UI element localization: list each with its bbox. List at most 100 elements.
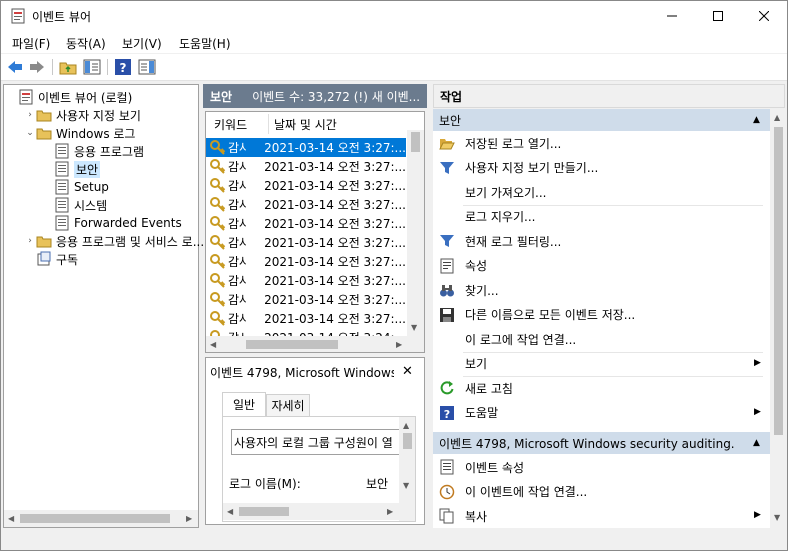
detail-horizontal-scrollbar[interactable]: ◀ ▶	[223, 503, 399, 520]
action-label: 새로 고침	[465, 381, 513, 396]
detail-vertical-scrollbar[interactable]: ▲ ▼	[399, 417, 415, 521]
action-spacer	[439, 331, 455, 347]
action-label: 도움말	[465, 406, 499, 420]
tab-details[interactable]: 자세히	[266, 394, 310, 416]
scroll-up-icon[interactable]: ▲	[403, 421, 409, 430]
minimize-icon	[667, 15, 677, 17]
event-row[interactable]: 감사... 2021-03-14 오전 3:27:...	[206, 176, 406, 195]
actions-vertical-scrollbar[interactable]: ▲ ▼	[770, 109, 787, 528]
scroll-right-icon[interactable]: ▶	[396, 340, 402, 349]
event-row[interactable]: 감사... 2021-03-14 오전 3:27:...	[206, 309, 406, 328]
help-icon[interactable]: ?	[114, 58, 132, 76]
scroll-left-icon[interactable]: ◀	[227, 507, 233, 516]
tree-item[interactable]: › 응용 프로그램 및 서비스 로...	[24, 232, 204, 250]
actions-section-event[interactable]: 이벤트 4798, Microsoft Windows security aud…	[433, 432, 770, 454]
action-label: 보기	[465, 357, 488, 371]
column-separator[interactable]	[268, 114, 269, 134]
event-row[interactable]: 감사... 2021-03-14 오전 3:27:...	[206, 290, 406, 309]
folder-up-icon[interactable]	[59, 58, 77, 76]
column-header-datetime[interactable]: 날짜 및 시간	[274, 112, 414, 136]
action-item[interactable]: 새로 고침	[433, 377, 770, 399]
action-item[interactable]: 이벤트 속성	[433, 456, 770, 478]
collapse-icon[interactable]: ▲	[753, 115, 760, 125]
menu-action[interactable]: 동작(A)	[66, 35, 106, 52]
scroll-down-icon[interactable]: ▼	[411, 323, 417, 332]
chevron-right-icon[interactable]: ›	[24, 110, 36, 120]
action-item[interactable]: 찾기...	[433, 279, 770, 301]
event-description[interactable]: 사용자의 로컬 그룹 구성원이 열	[231, 429, 403, 455]
chevron-down-icon[interactable]: ⌄	[24, 128, 36, 138]
scroll-thumb[interactable]	[246, 340, 338, 349]
minimize-button[interactable]	[649, 1, 695, 31]
actions-section-log[interactable]: 보안 ▲	[433, 109, 770, 131]
tab-general[interactable]: 일반	[222, 392, 266, 416]
scroll-left-icon[interactable]: ◀	[210, 340, 216, 349]
event-row[interactable]: 감사... 2021-03-14 오전 3:27:...	[206, 138, 406, 157]
action-label: 이벤트 속성	[465, 460, 525, 475]
collapse-icon[interactable]: ▲	[753, 438, 760, 448]
event-datetime: 2021-03-14 오전 3:27:...	[264, 198, 406, 212]
tree-item[interactable]: Setup	[42, 178, 109, 196]
show-tree-icon[interactable]	[83, 58, 101, 76]
action-item[interactable]: 복사 ▶	[433, 505, 770, 527]
scroll-thumb[interactable]	[411, 132, 420, 152]
tree-item[interactable]: 이벤트 뷰어 (로컬)	[6, 88, 132, 106]
action-item[interactable]: ? 도움말 ▶	[433, 402, 770, 424]
event-row[interactable]: 감사... 2021-03-14 오전 3:27:...	[206, 252, 406, 271]
action-item[interactable]: 보기 ▶	[433, 353, 770, 375]
scroll-thumb[interactable]	[239, 507, 289, 516]
action-item[interactable]: 이 이벤트에 작업 연결...	[433, 481, 770, 503]
action-item[interactable]: 저장된 로그 열기...	[433, 132, 770, 154]
scroll-thumb[interactable]	[20, 514, 170, 523]
back-arrow-icon[interactable]	[6, 58, 24, 76]
tree-item[interactable]: 시스템	[42, 196, 107, 214]
scroll-left-icon[interactable]: ◀	[8, 514, 14, 523]
tree-item[interactable]: Forwarded Events	[42, 214, 182, 232]
tree-item[interactable]: › 사용자 지정 보기	[24, 106, 141, 124]
column-header-keyword[interactable]: 키워드	[214, 112, 268, 136]
scroll-up-icon[interactable]: ▲	[774, 113, 780, 122]
scroll-right-icon[interactable]: ▶	[387, 507, 393, 516]
forward-arrow-icon[interactable]	[28, 58, 46, 76]
event-row[interactable]: 감사... 2021-03-14 오전 3:27:...	[206, 271, 406, 290]
chevron-right-icon[interactable]: ›	[24, 236, 36, 246]
close-detail-icon[interactable]: ✕	[402, 364, 413, 379]
scroll-thumb[interactable]	[774, 127, 783, 435]
tree-item[interactable]: 보안	[42, 160, 101, 178]
tree-item[interactable]: 응용 프로그램	[42, 142, 144, 160]
event-datetime: 2021-03-14 오전 3:27:...	[264, 312, 406, 326]
action-item[interactable]: 사용자 지정 보기 만들기...	[433, 157, 770, 179]
action-item[interactable]: 현재 로그 필터링...	[433, 230, 770, 252]
event-row[interactable]: 감사... 2021-03-14 오전 3:27:...	[206, 214, 406, 233]
log-icon	[55, 197, 69, 213]
action-item[interactable]: 보기 가져오기...	[433, 181, 770, 203]
event-list-horizontal-scrollbar[interactable]: ◀ ▶	[206, 336, 424, 352]
event-row[interactable]: 감사... 2021-03-14 오전 3:27:...	[206, 195, 406, 214]
maximize-button[interactable]	[695, 1, 741, 31]
show-action-pane-icon[interactable]	[138, 58, 156, 76]
scroll-right-icon[interactable]: ▶	[186, 514, 192, 523]
scroll-thumb[interactable]	[403, 433, 412, 449]
tab-details-label: 자세히	[271, 399, 305, 413]
event-row[interactable]: 감사... 2021-03-14 오전 3:27:...	[206, 157, 406, 176]
action-item[interactable]: 다른 이름으로 모든 이벤트 저장...	[433, 304, 770, 326]
menu-help[interactable]: 도움말(H)	[179, 35, 231, 52]
event-datetime: 2021-03-14 오전 3:27:...	[264, 236, 406, 250]
section-log-title: 보안	[439, 113, 462, 128]
tree-item-label: 시스템	[74, 198, 108, 213]
close-button[interactable]	[741, 1, 787, 31]
event-list-vertical-scrollbar[interactable]: ▼	[407, 130, 424, 336]
menu-file[interactable]: 파일(F)	[12, 35, 50, 52]
menu-view[interactable]: 보기(V)	[122, 35, 162, 52]
tree-item[interactable]: ⌄ Windows 로그	[24, 124, 135, 142]
action-label: 이 이벤트에 작업 연결...	[465, 485, 588, 499]
scroll-down-icon[interactable]: ▼	[403, 481, 409, 490]
action-item[interactable]: 속성	[433, 255, 770, 277]
tree-horizontal-scrollbar[interactable]: ◀ ▶	[4, 510, 198, 527]
action-item[interactable]: 이 로그에 작업 연결...	[433, 328, 770, 350]
scroll-down-icon[interactable]: ▼	[774, 513, 780, 522]
filter-icon	[440, 161, 454, 174]
tree-item[interactable]: 구독	[24, 250, 78, 268]
action-item[interactable]: 로그 지우기...	[433, 206, 770, 228]
event-row[interactable]: 감사... 2021-03-14 오전 3:27:...	[206, 233, 406, 252]
